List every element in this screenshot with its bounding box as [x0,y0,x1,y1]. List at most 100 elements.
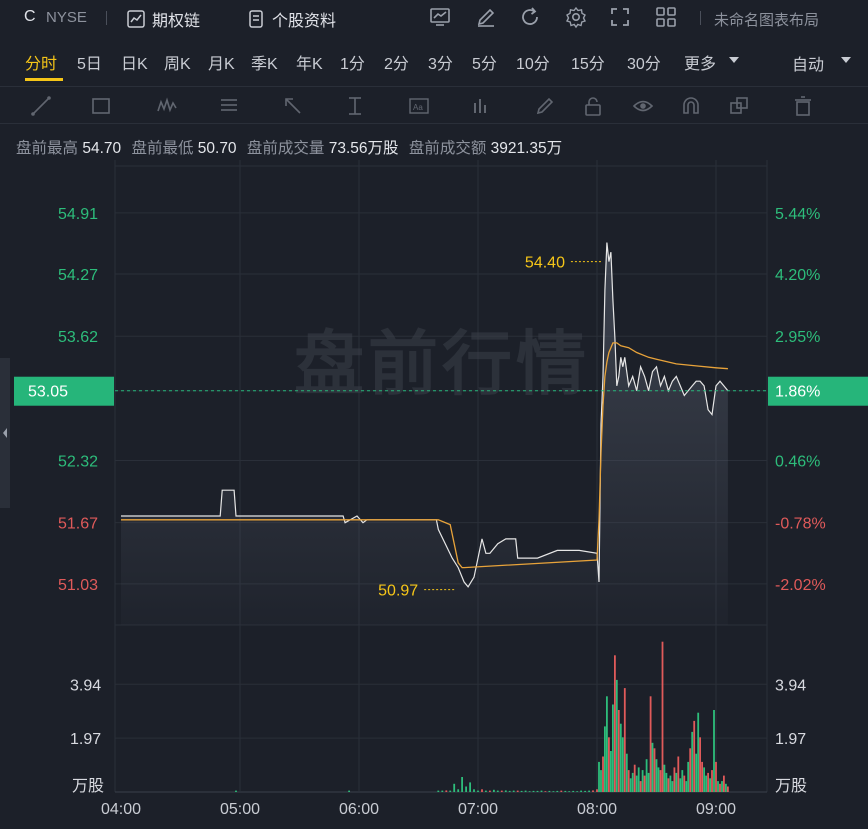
volume-bar [524,790,527,792]
volume-bar [619,723,622,792]
volume-bar [564,790,567,792]
divider [106,11,107,25]
volume-bar [348,790,350,792]
volume-bar [685,781,688,792]
tab-period-13[interactable]: 30分 [627,50,661,74]
magnet-icon[interactable] [680,95,702,117]
fibonacci-icon[interactable] [218,95,240,117]
trash-icon[interactable] [792,95,814,117]
chart-monitor-icon[interactable] [428,5,452,29]
stock-profile-link[interactable]: 个股资料 [246,7,336,31]
volume-bar [465,786,467,792]
tab-period-7[interactable]: 1分 [340,50,365,74]
volume-bar [649,696,652,792]
lock-icon[interactable] [582,95,604,117]
volume-bar [701,761,703,792]
tab-period-2[interactable]: 日K [121,50,148,74]
time-axis-label: 04:00 [101,801,141,818]
tab-period-11[interactable]: 10分 [516,50,550,74]
volume-bar [681,770,684,792]
volume-bar [548,790,551,792]
percent-axis-label: -0.78% [775,516,826,533]
copy-icon[interactable] [728,95,750,117]
volume-axis-label-right: 1.97 [775,731,806,748]
chevron-down-icon[interactable] [840,56,852,64]
tab-period-0[interactable]: 分时 [25,50,57,74]
options-chain-link[interactable]: 期权链 [126,7,200,31]
price-axis-label: 51.67 [58,516,98,533]
volume-bar [627,770,630,792]
svg-text:Aa: Aa [413,103,423,112]
volume-bar [679,778,682,792]
tab-period-5[interactable]: 季K [251,50,278,74]
volume-bar [580,790,582,792]
volume-unit-label: 万股 [72,777,104,795]
text-tool-icon[interactable]: Aa [408,95,430,117]
tab-period-12[interactable]: 15分 [571,50,605,74]
volume-bar [633,764,636,792]
tab-period-10[interactable]: 5分 [472,50,497,74]
tab-period-9[interactable]: 3分 [428,50,453,74]
volume-bar [614,655,616,792]
tab-period-3[interactable]: 周K [164,50,191,74]
tab-period-8[interactable]: 2分 [384,50,409,74]
rectangle-icon[interactable] [90,95,112,117]
volume-bar [235,790,237,792]
fullscreen-icon[interactable] [608,5,632,29]
bar-chart-icon[interactable] [470,95,492,117]
volume-bar [437,790,440,792]
grid-layout-icon[interactable] [654,5,678,29]
volume-bar [647,772,650,792]
volume-bar [615,679,618,792]
brush-icon[interactable] [534,95,556,117]
tab-period-14[interactable]: 更多 [684,50,716,74]
layout-name[interactable]: 未命名图表布局 [714,9,819,30]
chart-canvas[interactable]: 盘前行情 54.91 54.27 53.62 52.32 51.67 51.03 5.44% 4… [0,160,868,829]
premarket-high-label: 盘前最高 [16,140,79,157]
volume-bar [657,767,660,792]
tab-period-1[interactable]: 5日 [77,50,102,74]
measure-icon[interactable] [344,95,366,117]
chevron-down-icon[interactable] [728,56,740,64]
wave-icon[interactable] [156,95,178,117]
refresh-icon[interactable] [518,5,542,29]
trend-line-icon[interactable] [30,95,52,117]
percent-axis-label: 5.44% [775,206,820,223]
volume-axis-label: 1.97 [70,731,101,748]
volume-bar [469,782,471,792]
current-pct-text: 1.86% [775,384,820,401]
auto-scale-button[interactable]: 自动 [792,51,824,75]
volume-bar [604,726,606,792]
volume-bar [606,696,608,792]
volume-unit-label-right: 万股 [775,777,807,795]
volume-bar [705,775,707,792]
volume-bar [568,791,571,792]
chart-box-icon [127,10,145,28]
volume-bar [723,775,725,792]
volume-bar [461,777,463,792]
price-axis-label: 51.03 [58,577,98,594]
premarket-amount-value: 3921.35万 [490,140,563,157]
volume-bar [655,759,658,792]
volume-bar [709,778,711,792]
volume-bar [598,761,600,792]
arrow-icon[interactable] [282,95,304,117]
tab-period-4[interactable]: 月K [208,50,235,74]
volume-bar [493,789,495,792]
volume-bar [445,790,448,792]
exchange-label: NYSE [46,9,87,26]
volume-bar [610,751,612,792]
volume-bar [683,775,686,792]
premarket-amount-label: 盘前成交额 [408,140,487,157]
tab-period-6[interactable]: 年K [296,50,323,74]
side-panel-toggle[interactable] [0,358,10,508]
volume-bar [667,778,670,792]
pen-icon[interactable] [474,5,498,29]
volume-bar [659,770,662,792]
gear-icon[interactable] [564,5,588,29]
intraday-chart[interactable]: 盘前行情 54.91 54.27 53.62 52.32 51.67 51.03 5.44% 4… [0,160,868,829]
ticker-symbol[interactable]: C [24,8,36,26]
document-icon [249,10,263,28]
volume-bar [441,790,444,792]
eye-icon[interactable] [632,95,654,117]
